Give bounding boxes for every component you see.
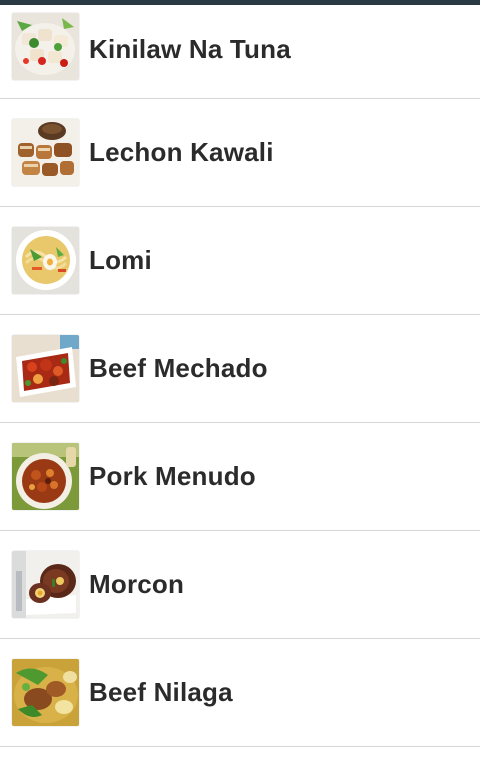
recipe-name: Morcon bbox=[89, 569, 185, 599]
beef-mechado-thumbnail-icon bbox=[12, 335, 79, 402]
recipe-name: Pork Menudo bbox=[89, 461, 256, 491]
recipe-list-item[interactable]: Pork Menudo bbox=[0, 423, 480, 531]
recipe-name: Beef Mechado bbox=[89, 353, 268, 383]
pork-menudo-thumbnail-icon bbox=[12, 443, 79, 510]
recipe-list: Kinilaw Na Tuna Lechon Kawali Lomi Beef … bbox=[0, 0, 480, 747]
recipe-list-item[interactable]: Kinilaw Na Tuna bbox=[0, 0, 480, 99]
beef-nilaga-thumbnail-icon bbox=[12, 659, 79, 726]
recipe-list-item[interactable]: Beef Nilaga bbox=[0, 639, 480, 747]
lomi-thumbnail-icon bbox=[12, 227, 79, 294]
recipe-list-item[interactable]: Morcon bbox=[0, 531, 480, 639]
morcon-thumbnail-icon bbox=[12, 551, 79, 618]
recipe-list-item[interactable]: Lomi bbox=[0, 207, 480, 315]
recipe-name: Lomi bbox=[89, 245, 152, 275]
recipe-name: Beef Nilaga bbox=[89, 677, 233, 707]
kinilaw-thumbnail-icon bbox=[12, 13, 79, 80]
lechon-kawali-thumbnail-icon bbox=[12, 119, 79, 186]
recipe-list-item[interactable]: Beef Mechado bbox=[0, 315, 480, 423]
recipe-name: Lechon Kawali bbox=[89, 137, 274, 167]
recipe-list-item[interactable]: Lechon Kawali bbox=[0, 99, 480, 207]
recipe-name: Kinilaw Na Tuna bbox=[89, 33, 291, 64]
